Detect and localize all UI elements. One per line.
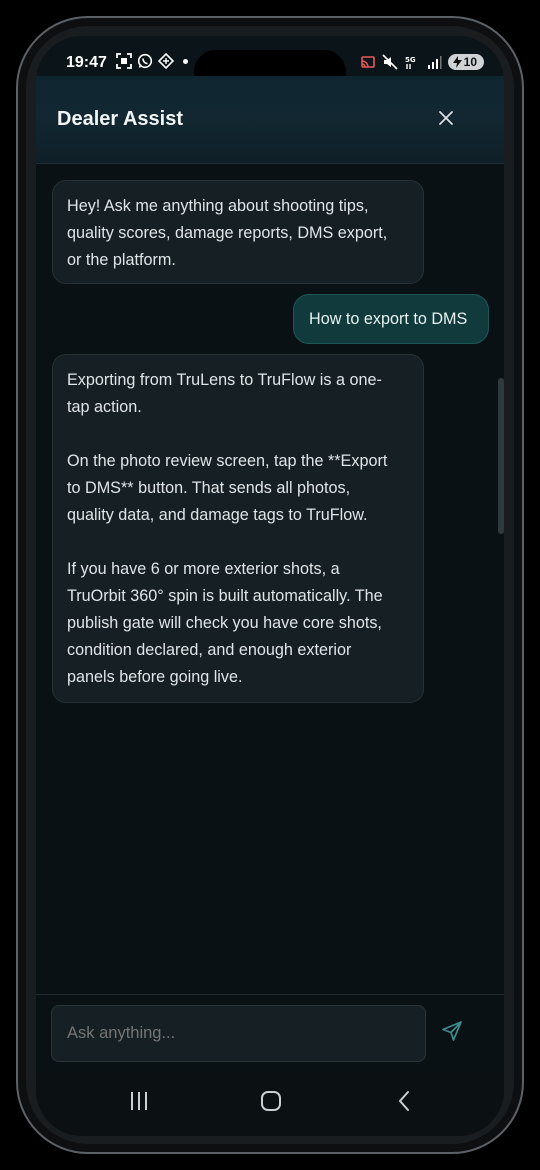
- message-input[interactable]: [51, 1005, 426, 1062]
- send-button[interactable]: [441, 1020, 469, 1048]
- system-nav-bar: [36, 1072, 504, 1136]
- whatsapp-icon: [137, 53, 153, 69]
- message-text: How to export to DMS: [309, 310, 468, 328]
- recents-icon: [131, 1092, 147, 1110]
- cast-icon: [360, 56, 375, 68]
- back-icon: [398, 1091, 409, 1111]
- svg-text:5G: 5G: [405, 56, 416, 64]
- message-line: [67, 529, 409, 556]
- message-line: quality data, and damage tags to TruFlow…: [67, 506, 368, 524]
- page-title: Dealer Assist: [57, 108, 183, 130]
- message-line: to DMS** button. That sends all photos,: [67, 479, 351, 497]
- assistant-message: Hey! Ask me anything about shooting tips…: [52, 180, 424, 284]
- message-line: quality scores, damage reports, DMS expo…: [67, 224, 388, 242]
- status-right-icons: 5G 10: [360, 54, 484, 70]
- screenshot-icon: [116, 53, 132, 69]
- home-icon: [261, 1091, 281, 1111]
- message-line: TruOrbit 360° spin is built automaticall…: [67, 587, 383, 605]
- notification-dot: [183, 58, 188, 64]
- chat-header: Dealer Assist: [36, 76, 504, 164]
- message-line: condition declared, and enough exterior: [67, 641, 352, 659]
- home-button[interactable]: [260, 1090, 288, 1118]
- message-line: Hey! Ask me anything about shooting tips…: [67, 197, 369, 215]
- close-button[interactable]: [434, 106, 458, 130]
- scrollbar[interactable]: [498, 378, 504, 534]
- message-line: [67, 421, 409, 448]
- app-icon: [158, 53, 174, 69]
- message-line: If you have 6 or more exterior shots, a: [67, 560, 340, 578]
- close-icon: [439, 111, 453, 125]
- composer: [36, 994, 504, 1072]
- status-left-icons: [116, 53, 188, 69]
- send-icon: [442, 1021, 462, 1041]
- assistant-message: Exporting from TruLens to TruFlow is a o…: [52, 354, 424, 703]
- back-button[interactable]: [394, 1090, 422, 1118]
- app-screen: 19:47 5G 10 Dealer Assist Hey! Ask me an…: [36, 36, 504, 1136]
- message-line: or the platform.: [67, 251, 176, 269]
- battery-icon: [452, 56, 462, 68]
- message-line: Exporting from TruLens to TruFlow is a o…: [67, 371, 382, 389]
- status-time: 19:47: [66, 54, 107, 71]
- message-line: publish gate will check you have core sh…: [67, 614, 382, 632]
- signal-icon: [427, 56, 442, 69]
- message-line: On the photo review screen, tap the **Ex…: [67, 452, 388, 470]
- user-message: How to export to DMS: [293, 294, 489, 344]
- message-line: tap action.: [67, 398, 142, 416]
- mute-icon: [382, 54, 398, 70]
- recents-button[interactable]: [128, 1090, 156, 1118]
- battery-level: 10: [463, 55, 477, 69]
- 5g-icon: 5G: [405, 56, 416, 69]
- battery-indicator: 10: [447, 54, 484, 70]
- message-line: panels before going live.: [67, 668, 243, 686]
